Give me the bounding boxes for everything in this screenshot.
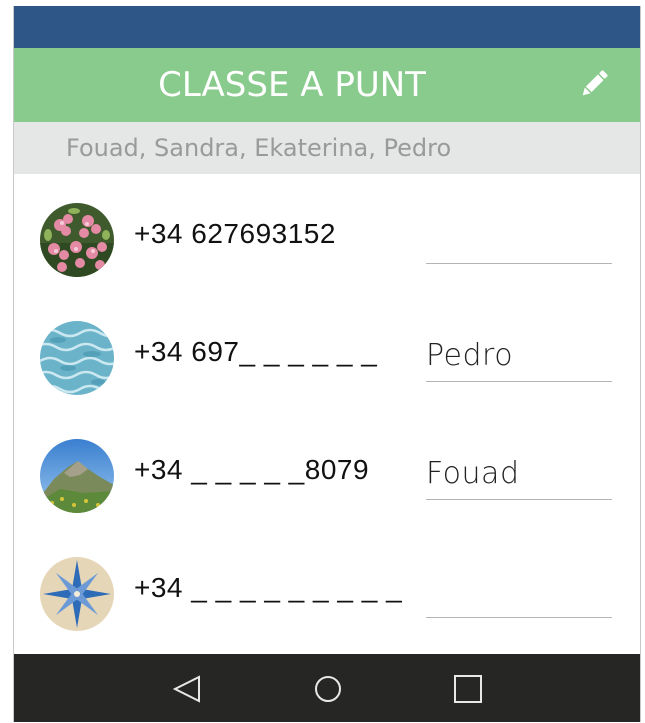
contact-name-field[interactable]: Pedro	[426, 322, 612, 382]
contact-name-field[interactable]	[426, 558, 612, 618]
contact-name-field[interactable]	[426, 204, 612, 264]
contact-row[interactable]: +34 _ _ _ _ _ _ _ _ _	[14, 528, 640, 646]
contact-row[interactable]: +34 _ _ _ _ _8079 Fouad	[14, 410, 640, 528]
home-button[interactable]	[310, 671, 346, 707]
contact-name-value: Fouad	[426, 456, 520, 491]
phone-number: +34 697_ _ _ _ _ _	[134, 336, 378, 367]
contact-name-value: Pedro	[426, 338, 514, 373]
avatar	[40, 321, 114, 395]
contact-row[interactable]: +34 697_ _ _ _ _ _ Pedro	[14, 292, 640, 410]
status-bar	[14, 6, 640, 48]
avatar	[40, 439, 114, 513]
phone-screen: CLASSE A PUNT Fouad, Sandra, Ekaterina, …	[13, 6, 641, 722]
back-triangle-icon	[169, 675, 205, 711]
avatar	[40, 557, 114, 631]
members-bar: Fouad, Sandra, Ekaterina, Pedro	[14, 122, 640, 174]
page-title: CLASSE A PUNT	[158, 65, 426, 105]
contact-row[interactable]: +34 627693152	[14, 174, 640, 292]
avatar	[40, 203, 114, 277]
phone-number: +34 _ _ _ _ _ _ _ _ _	[134, 572, 403, 603]
flowers-photo	[40, 203, 114, 277]
home-circle-icon	[310, 676, 346, 711]
app-header: CLASSE A PUNT	[14, 48, 640, 122]
compass-rose-photo	[40, 557, 114, 631]
phone-number: +34 _ _ _ _ _8079	[134, 454, 370, 485]
contact-list: +34 627693152 +34 697_ _ _ _ _ _ Pedro +…	[14, 174, 640, 654]
recents-square-icon	[450, 675, 486, 711]
mountain-photo	[40, 439, 114, 513]
edit-button[interactable]	[576, 66, 612, 102]
navigation-bar	[14, 654, 640, 722]
contact-name-field[interactable]: Fouad	[426, 440, 612, 500]
phone-number: +34 627693152	[134, 218, 336, 249]
pencil-icon	[576, 70, 612, 106]
back-button[interactable]	[169, 671, 205, 707]
group-members-label: Fouad, Sandra, Ekaterina, Pedro	[66, 134, 452, 162]
recents-button[interactable]	[450, 671, 486, 707]
water-photo	[40, 321, 114, 395]
